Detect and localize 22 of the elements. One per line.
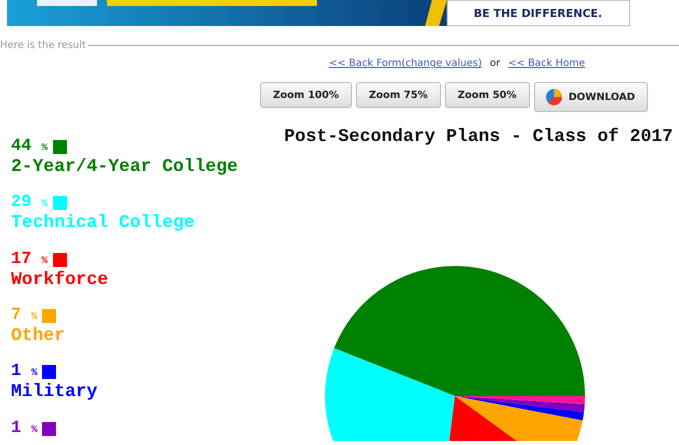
legend-label: Technical College xyxy=(11,212,195,235)
legend-label: Military xyxy=(11,381,98,404)
legend-label: Other xyxy=(11,324,66,348)
legend-percent: 1 % xyxy=(11,420,38,438)
legend-percent: 17 % xyxy=(11,250,48,269)
picture: BE THE DIFFERENCE. xyxy=(7,0,630,26)
zoom-button[interactable]: Zoom 75% xyxy=(356,82,441,108)
link[interactable]: << Back Home xyxy=(508,56,586,71)
legend-percent: 44 % xyxy=(11,138,48,156)
legend-label: 2-Year/4-Year College xyxy=(11,156,238,178)
legend-percent: 1 % xyxy=(11,363,38,382)
download-button[interactable]: DOWNLOAD xyxy=(534,82,648,112)
section-title: Here is the result xyxy=(0,39,86,53)
chart-title: Post-Secondary Plans - Class of 2017 xyxy=(283,126,674,149)
legend-label: Workforce xyxy=(11,268,108,292)
link[interactable]: << Back Form(change values) xyxy=(328,56,482,71)
separator-text: or xyxy=(490,57,500,71)
pie-chart-icon xyxy=(544,88,562,106)
zoom-button[interactable]: Zoom 50% xyxy=(444,82,530,108)
legend-percent: 29 % xyxy=(11,194,48,212)
legend-percent: 7 % xyxy=(11,307,38,325)
zoom-button[interactable]: Zoom 100% xyxy=(260,82,352,108)
